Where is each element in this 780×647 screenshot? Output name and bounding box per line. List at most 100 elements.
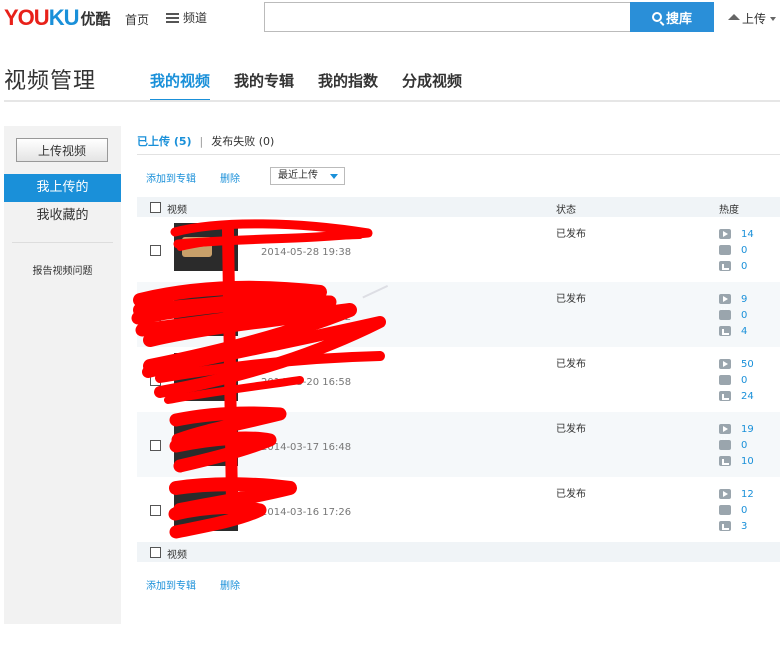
table-row: 2014-03-17 16:48 已发布 19 0 10 <box>137 412 780 477</box>
video-thumbnail[interactable] <box>174 353 238 401</box>
play-count: 12 <box>741 488 754 500</box>
nav-channel-label: 频道 <box>183 11 208 25</box>
row-stats: 12 0 3 <box>719 486 754 534</box>
add-to-album-link-bottom[interactable]: 添加到专辑 <box>146 577 196 592</box>
share-icon <box>719 521 731 531</box>
table-row: 2014-03-21 19:12 已发布 9 0 4 <box>137 282 780 347</box>
row-date: 2014-03-17 16:48 <box>261 442 352 453</box>
upload-video-button[interactable]: 上传视频 <box>16 138 108 162</box>
play-icon <box>719 424 731 434</box>
report-video-issue-link[interactable]: 报告视频问题 <box>4 262 121 277</box>
row-date: 2014-03-20 16:58 <box>261 377 352 388</box>
youku-logo[interactable]: YOUKU 优酷 <box>4 4 110 32</box>
play-count: 9 <box>741 293 748 305</box>
play-count: 19 <box>741 423 754 435</box>
status-separator: | <box>199 134 204 148</box>
row-stats: 9 0 4 <box>719 291 747 339</box>
column-status: 状态 <box>556 205 576 216</box>
tab-my-index[interactable]: 我的指数 <box>318 70 378 102</box>
sidebar: 上传视频 我上传的 我收藏的 报告视频问题 <box>4 126 121 624</box>
nav-home-link[interactable]: 首页 <box>125 11 149 28</box>
page-title: 视频管理 <box>4 69 97 94</box>
comment-count: 0 <box>741 439 748 451</box>
play-icon <box>719 489 731 499</box>
tab-revenue-videos[interactable]: 分成视频 <box>402 70 462 102</box>
logo-cn-text: 优酷 <box>80 9 111 28</box>
video-thumbnail[interactable] <box>174 418 238 466</box>
search-input[interactable] <box>264 2 630 32</box>
table-header: 视频 状态 热度 <box>137 197 780 217</box>
video-thumbnail[interactable] <box>174 288 238 336</box>
tab-my-albums[interactable]: 我的专辑 <box>234 70 294 102</box>
comment-icon <box>719 370 731 385</box>
add-to-album-link[interactable]: 添加到专辑 <box>146 170 196 185</box>
row-date: 2014-03-21 19:12 <box>261 312 352 323</box>
comment-icon <box>719 305 731 320</box>
row-stats: 14 0 0 <box>719 226 754 274</box>
share-icon <box>719 391 731 401</box>
share-count: 4 <box>741 325 748 337</box>
tab-failed[interactable]: 发布失败 (0) <box>211 133 274 149</box>
row-status: 已发布 <box>556 229 586 240</box>
tab-my-videos[interactable]: 我的视频 <box>150 70 211 102</box>
status-divider <box>137 154 780 155</box>
comment-icon <box>719 500 731 515</box>
comment-count: 0 <box>741 374 748 386</box>
share-icon <box>719 326 731 336</box>
comment-icon <box>719 435 731 450</box>
chevron-down-icon <box>330 174 338 179</box>
comment-icon <box>719 240 731 255</box>
comment-count: 0 <box>741 504 748 516</box>
row-checkbox[interactable] <box>150 440 161 451</box>
table-footer: 视频 <box>137 542 780 562</box>
comment-count: 0 <box>741 309 748 321</box>
share-count: 24 <box>741 390 754 402</box>
search-button[interactable]: 搜库 <box>630 2 714 32</box>
row-date: 2014-03-16 17:26 <box>261 507 352 518</box>
row-status: 已发布 <box>556 424 586 435</box>
search-icon <box>651 12 662 22</box>
search-button-label: 搜库 <box>665 11 692 27</box>
upload-arrow-icon <box>728 13 740 20</box>
share-count: 0 <box>741 260 748 272</box>
row-checkbox[interactable] <box>150 505 161 516</box>
sidebar-item-favorites[interactable]: 我收藏的 <box>4 202 121 230</box>
nav-channel-link[interactable]: 频道 <box>166 9 207 26</box>
sidebar-divider <box>12 242 113 243</box>
upload-menu-label: 上传 <box>742 12 767 26</box>
video-thumbnail[interactable] <box>174 483 238 531</box>
select-all-checkbox-bottom[interactable] <box>150 547 161 558</box>
sort-select-value: 最近上传 <box>278 170 318 181</box>
play-count: 14 <box>741 228 754 240</box>
play-icon <box>719 229 731 239</box>
chevron-down-icon <box>770 16 777 21</box>
tab-uploaded[interactable]: 已上传 (5) <box>137 133 192 149</box>
header-divider <box>4 100 780 102</box>
sidebar-item-uploaded[interactable]: 我上传的 <box>4 174 121 202</box>
delete-link-bottom[interactable]: 删除 <box>220 577 240 592</box>
row-status: 已发布 <box>556 294 586 305</box>
row-checkbox[interactable] <box>150 375 161 386</box>
share-icon <box>719 456 731 466</box>
delete-link[interactable]: 删除 <box>220 170 240 185</box>
row-status: 已发布 <box>556 489 586 500</box>
column-heat: 热度 <box>719 205 739 216</box>
select-all-checkbox[interactable] <box>150 202 161 213</box>
share-count: 10 <box>741 455 754 467</box>
column-video: 视频 <box>167 205 187 216</box>
sort-select[interactable]: 最近上传 <box>270 167 345 185</box>
row-date: 2014-05-28 19:38 <box>261 247 352 258</box>
top-bar: YOUKU 优酷 首页 频道 搜库 上传 <box>0 0 780 36</box>
play-icon <box>719 294 731 304</box>
footer-video-label: 视频 <box>167 550 187 561</box>
header-tabs: 我的视频 我的专辑 我的指数 分成视频 <box>150 70 462 102</box>
play-icon <box>719 359 731 369</box>
row-checkbox[interactable] <box>150 310 161 321</box>
row-stats: 50 0 24 <box>719 356 754 404</box>
menu-icon <box>166 12 179 23</box>
share-icon <box>719 261 731 271</box>
video-thumbnail[interactable] <box>174 223 238 271</box>
row-checkbox[interactable] <box>150 245 161 256</box>
comment-count: 0 <box>741 244 748 256</box>
upload-menu[interactable]: 上传 <box>728 10 777 27</box>
